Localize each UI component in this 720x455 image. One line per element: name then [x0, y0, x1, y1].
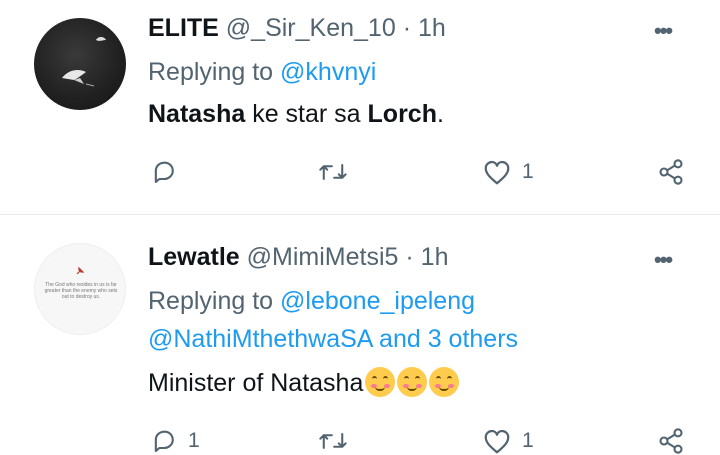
avatar[interactable]: The God who resides in us is far greater…	[34, 243, 126, 335]
avatar-quote: The God who resides in us is far greater…	[44, 282, 118, 300]
reply-icon	[154, 161, 174, 183]
timestamp[interactable]: 1h	[418, 14, 446, 42]
mention-link[interactable]: @khvnyi	[280, 58, 376, 86]
like-button[interactable]: 1	[482, 427, 534, 455]
replying-to: Replying to @lebone_ipeleng	[148, 287, 475, 316]
retweet-button[interactable]	[318, 427, 358, 455]
separator: ·	[402, 14, 412, 42]
mention-link[interactable]: @lebone_ipeleng	[280, 287, 475, 315]
replying-to: Replying to @khvnyi	[148, 58, 376, 87]
reply-button[interactable]: 1	[150, 427, 200, 455]
pin-icon	[76, 266, 85, 275]
separator: ·	[405, 243, 414, 271]
tweet-header: ELITE @_Sir_Ken_10 · 1h	[148, 14, 446, 43]
more-label: •••	[654, 247, 673, 272]
body-bold: Natasha	[148, 100, 246, 128]
retweet-icon	[319, 164, 347, 180]
retweet-icon	[319, 433, 347, 449]
more-icon[interactable]: •••	[654, 18, 673, 44]
smiling-face-emoji	[365, 367, 396, 397]
timestamp[interactable]: 1h	[421, 243, 449, 271]
tweet-text: Natasha ke star sa Lorch.	[148, 100, 444, 129]
like-count: 1	[522, 429, 534, 452]
tweet[interactable]: ELITE @_Sir_Ken_10 · 1h ••• Replying to …	[0, 0, 720, 214]
share-button[interactable]	[656, 427, 686, 455]
user-handle[interactable]: @MimiMetsi5	[247, 243, 399, 271]
tweet[interactable]: The God who resides in us is far greater…	[0, 214, 720, 454]
display-name[interactable]: Lewatle	[148, 243, 240, 271]
body-bold: Lorch	[367, 100, 437, 128]
like-icon	[484, 160, 510, 185]
like-icon	[484, 429, 510, 454]
share-button[interactable]	[656, 158, 686, 186]
tweet-header: Lewatle @MimiMetsi5 · 1h	[148, 243, 448, 272]
body-text: Minister of Natasha	[148, 369, 364, 397]
smiling-face-emoji	[429, 367, 460, 397]
tweet-text: Minister of Natasha	[148, 367, 460, 398]
retweet-button[interactable]	[318, 158, 358, 186]
like-button[interactable]: 1	[482, 158, 534, 186]
body-text: ke star sa	[245, 100, 368, 128]
more-label: •••	[654, 18, 673, 43]
like-count: 1	[522, 160, 534, 183]
reply-count: 1	[188, 429, 200, 452]
avatar-bird-icon	[62, 37, 106, 87]
more-icon[interactable]: •••	[654, 247, 673, 273]
avatar[interactable]	[34, 18, 126, 110]
mention-link[interactable]: @NathiMthethwaSA and 3 others	[148, 325, 518, 353]
display-name[interactable]: ELITE	[148, 14, 219, 42]
smiling-face-emoji	[397, 367, 428, 397]
replying-prefix: Replying to	[148, 287, 274, 315]
body-text: .	[436, 100, 444, 128]
share-icon	[659, 428, 683, 454]
share-icon	[659, 159, 683, 185]
reply-button[interactable]	[150, 158, 188, 186]
replying-to-continued: @NathiMthethwaSA and 3 others	[148, 325, 518, 354]
reply-icon	[154, 430, 174, 452]
replying-prefix: Replying to	[148, 58, 274, 86]
user-handle[interactable]: @_Sir_Ken_10	[226, 14, 396, 42]
